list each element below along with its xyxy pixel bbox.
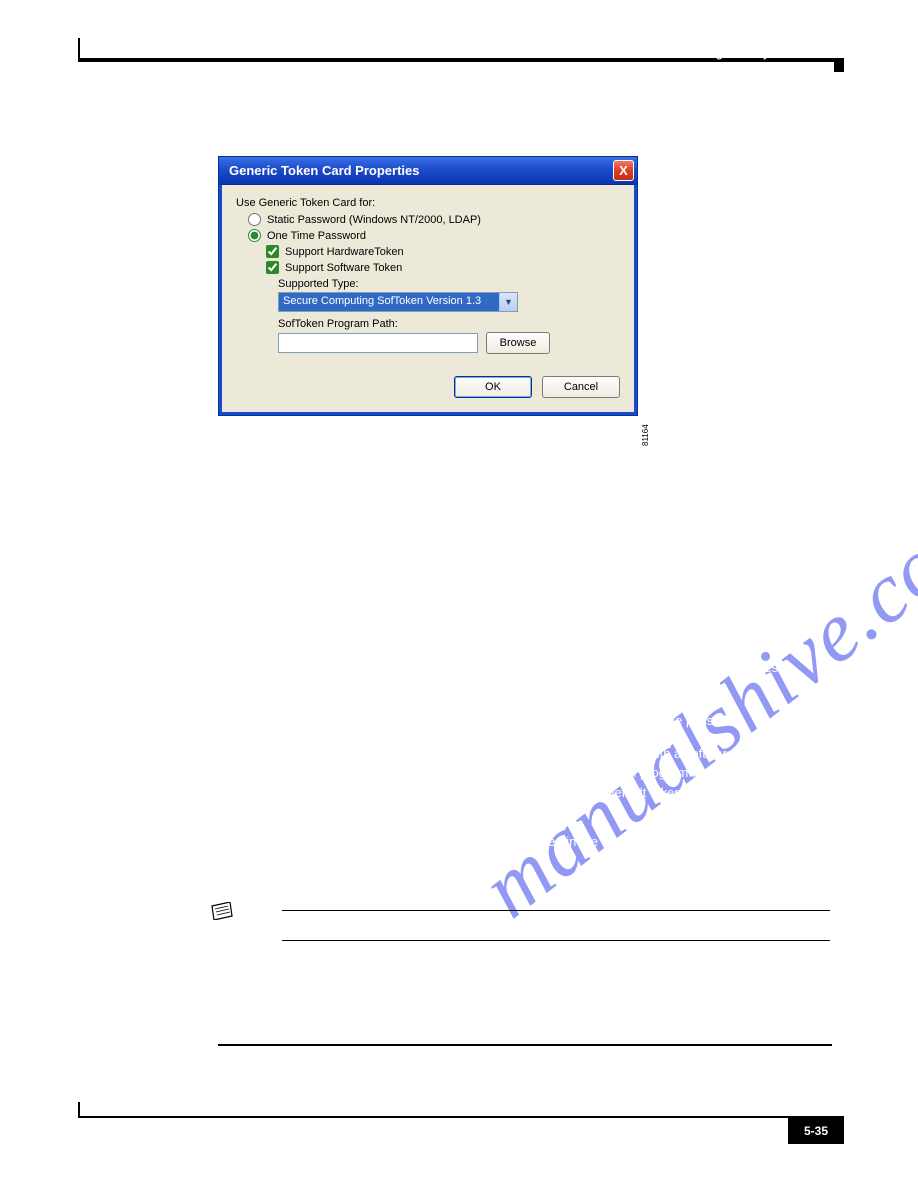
chevron-down-icon: ▼ <box>499 293 517 311</box>
note-rule-bottom <box>282 940 830 941</box>
bullet-3: Support Hardware Token—A hardware token … <box>262 711 832 731</box>
close-icon: X <box>619 164 628 177</box>
step-f-text: Click OK to exit the security screen. <box>228 868 433 883</box>
supported-type-dropdown[interactable]: Secure Computing SofToken Version 1.3 ▼ <box>278 292 518 312</box>
checkbox-hw-label: Support HardwareToken <box>285 246 404 258</box>
dialog-title: Generic Token Card Properties <box>229 163 420 178</box>
radio-otp-label: One Time Password <box>267 230 366 242</box>
browse-button[interactable]: Browse <box>486 332 550 354</box>
figure-number: Figure 5-15 <box>218 130 282 144</box>
page-number: 5-35 <box>788 1118 844 1144</box>
step-c: c. Perform one of the following: <box>216 589 832 609</box>
step-b-text: Choose either the Static Password (Windo… <box>216 525 790 560</box>
radio-static-label: Static Password (Windows NT/2000, LDAP) <box>267 214 481 226</box>
dialog-titlebar[interactable]: Generic Token Card Properties X <box>219 157 637 185</box>
supported-type-label: Supported Type: <box>278 278 620 290</box>
radio-otp-input[interactable] <box>248 229 261 242</box>
step-d: d. If you checked the Support Software T… <box>216 763 832 822</box>
close-button[interactable]: X <box>613 160 634 181</box>
header-corner-block <box>834 58 844 72</box>
section-heading: Enabling EAP-SIM <box>160 1060 333 1083</box>
footer-part-number: OL-16534-01 <box>78 1119 137 1130</box>
step-f: f. Click OK to exit the security screen. <box>216 866 832 886</box>
radio-static-password[interactable]: Static Password (Windows NT/2000, LDAP) <box>248 213 620 226</box>
step-e: e. Click OK to save your settings. The c… <box>216 832 832 852</box>
step-b: b. Choose either the Static Password (Wi… <box>216 523 832 562</box>
step-c-text: Perform one of the following: <box>230 591 395 606</box>
bullet-2: If you selected One Time Password in Ste… <box>242 658 832 697</box>
checkbox-hw-input[interactable] <box>266 245 279 258</box>
note-icon <box>210 902 234 920</box>
radio-one-time-password[interactable]: One Time Password <box>248 229 620 242</box>
step-b-label: b. <box>216 525 228 540</box>
dialog-prompt: Use Generic Token Card for: <box>236 197 620 209</box>
note-label: Note <box>236 916 265 931</box>
section-rule <box>218 1044 832 1046</box>
checkbox-sw-input[interactable] <box>266 261 279 274</box>
radio-static-input[interactable] <box>248 213 261 226</box>
step-d-label: d. <box>216 765 228 780</box>
figure-id: 81164 <box>641 424 650 446</box>
note-block: Note The Generic Token Card Properties s… <box>236 910 832 941</box>
checkbox-sw-label: Support Software Token <box>285 262 402 274</box>
ok-button[interactable]: OK <box>454 376 532 398</box>
figure-text: Generic Token Card Properties Screen <box>285 130 523 144</box>
footer-rule <box>78 1116 844 1118</box>
program-path-label: SofToken Program Path: <box>278 318 620 330</box>
section-title: Setting Security Parameters <box>685 48 832 60</box>
dialog-body: Use Generic Token Card for: Static Passw… <box>219 185 637 415</box>
cancel-button[interactable]: Cancel <box>542 376 620 398</box>
supported-type-value: Secure Computing SofToken Version 1.3 <box>279 293 499 311</box>
step-12-label: Step 12 <box>184 990 230 1005</box>
note-rule-top <box>282 910 830 911</box>
figure-caption: Figure 5-15 Generic Token Card Propertie… <box>218 130 523 144</box>
step-e-label: e. <box>216 834 227 849</box>
step-d-text: If you checked the Support Software Toke… <box>216 765 803 819</box>
note-text: The Generic Token Card Properties screen… <box>282 917 830 932</box>
step-12: Step 12 Refer to Chapter 6 for instructi… <box>184 990 832 1005</box>
footer-doc-title: Cisco Aironet 802.11a/b/g Wireless LAN C… <box>80 1102 782 1114</box>
checkbox-hardware-token[interactable]: Support HardwareToken <box>266 245 620 258</box>
token-card-dialog: Generic Token Card Properties X Use Gene… <box>218 156 638 416</box>
step-c-label: c. <box>216 591 227 606</box>
step-e-text: Click OK to save your settings. The conf… <box>230 834 703 849</box>
checkbox-software-token[interactable]: Support Software Token <box>266 261 620 274</box>
step-f-label: f. <box>216 868 224 883</box>
program-path-input[interactable] <box>278 333 478 353</box>
step-12-text: Refer to Chapter 6 for instructions on a… <box>241 990 614 1005</box>
bullet-1: If you selected Static Password (Windows… <box>242 624 832 644</box>
